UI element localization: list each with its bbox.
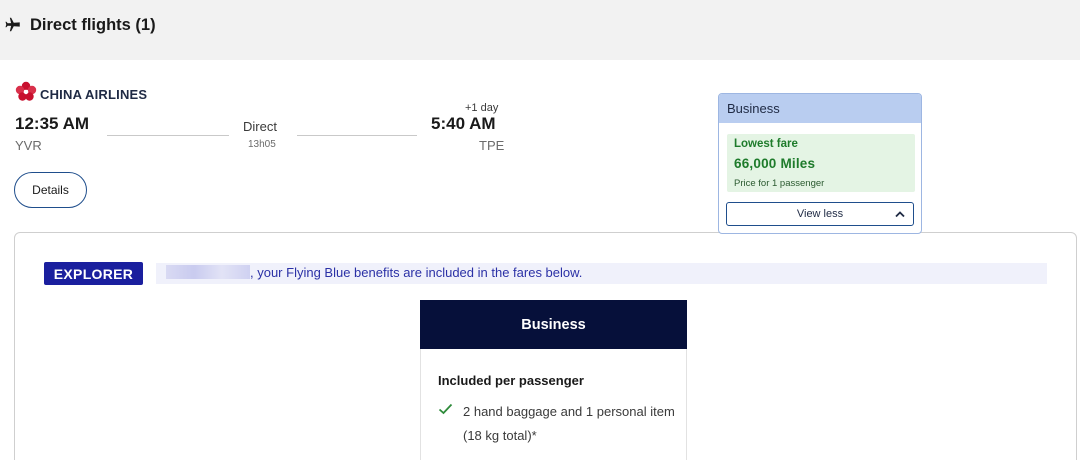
tier-badge: EXPLORER — [44, 262, 143, 285]
stops-label: Direct — [243, 119, 277, 134]
benefits-message: , your Flying Blue benefits are included… — [250, 265, 583, 280]
airline-name: CHINA AIRLINES — [40, 87, 148, 102]
view-less-label: View less — [796, 208, 844, 220]
day-offset: +1 day — [465, 102, 499, 114]
page-title: Direct flights (1) — [30, 16, 156, 34]
airplane-icon — [5, 17, 20, 32]
details-button[interactable]: Details — [14, 172, 87, 208]
fare-cabin-label: Business — [719, 94, 921, 123]
baggage-allowance: 2 hand baggage and 1 personal item (18 k… — [463, 404, 675, 443]
results-header: Direct flights (1) — [0, 0, 1080, 60]
view-less-button[interactable]: View less — [726, 202, 914, 226]
arrival-time: 5:40 AM — [431, 114, 496, 133]
fare-price: 66,000 Miles — [734, 156, 816, 171]
fare-option-business[interactable]: Business Lowest fare 66,000 Miles Price … — [718, 93, 922, 234]
plum-blossom-logo — [15, 81, 37, 101]
departure-time: 12:35 AM — [15, 114, 90, 133]
fare-price-box: Lowest fare 66,000 Miles Price for 1 pas… — [727, 134, 915, 192]
route-line — [107, 135, 229, 136]
arrival-airport: TPE — [479, 138, 505, 153]
flight-duration: 13h05 — [248, 139, 276, 150]
lowest-fare-badge: Lowest fare — [734, 138, 798, 150]
redacted-username — [166, 265, 250, 279]
chevron-up-icon — [895, 211, 905, 218]
fare-price-note: Price for 1 passenger — [734, 178, 825, 189]
route-line — [297, 135, 417, 136]
cabin-column-header: Business — [420, 300, 687, 349]
departure-airport: YVR — [15, 138, 42, 153]
included-heading: Included per passenger — [438, 373, 584, 388]
check-icon — [438, 403, 453, 415]
